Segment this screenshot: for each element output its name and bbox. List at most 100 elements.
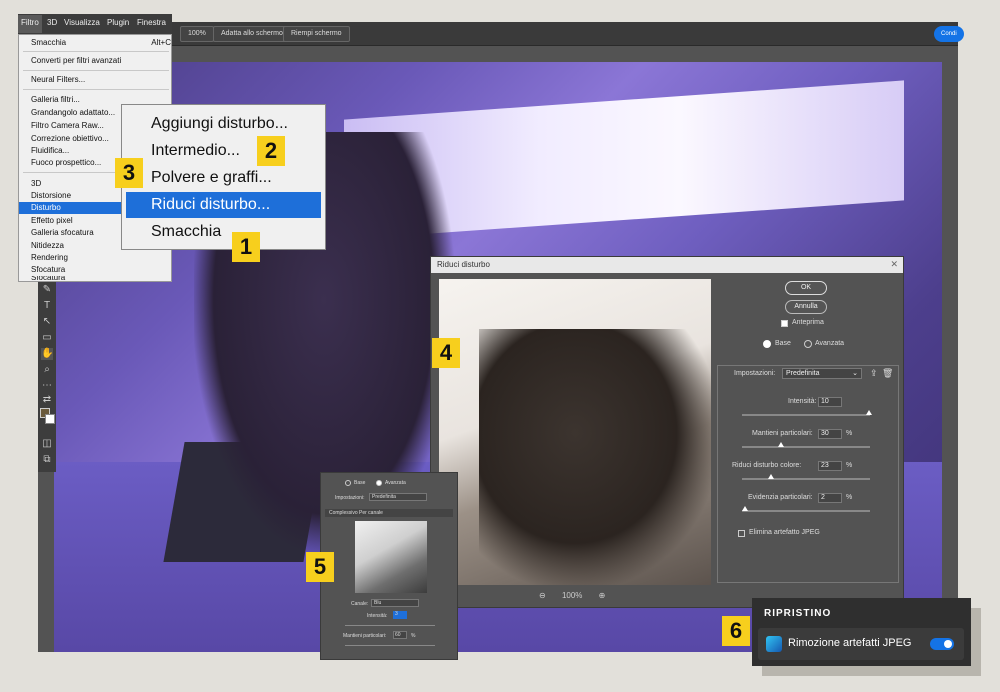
ok-button[interactable]: OK [785,281,827,295]
advanced-radio[interactable] [804,340,812,348]
zoom-100-button[interactable]: 100% [180,26,214,42]
settings-label: Impostazioni: [734,370,776,377]
swap-colors-icon[interactable]: ⇄ [41,394,53,406]
noise-submenu: Aggiungi disturbo... Intermedio... Polve… [121,104,326,250]
submenu-item-median[interactable]: Intermedio... [126,138,321,164]
menu-item-blur-cut[interactable]: Sfocatura [19,276,173,282]
color-noise-field[interactable]: 23 [818,461,842,471]
zoom-controls: ⊖ 100% ⊕ [539,591,605,600]
fill-screen-button[interactable]: Riempi schermo [283,26,350,42]
adv-preserve-field[interactable]: 60 [393,631,407,639]
adv-preset-value: Predefinita [372,494,396,500]
preset-select[interactable]: Predefinita ⌄ [782,368,862,379]
cancel-button[interactable]: Annulla [785,300,827,314]
menu-item-last-filter[interactable]: Smacchia Alt+C [19,37,173,49]
menu-separator [23,51,169,52]
jpeg-artifact-icon [766,636,782,652]
settings-panel: Impostazioni: Predefinita ⌄ ⇪ 🗑 Intensit… [717,365,899,583]
rectangle-tool-icon[interactable]: ▭ [41,332,53,344]
menu-filtro[interactable]: Filtro [21,18,39,27]
channel-label: Canale: [351,601,369,607]
jpeg-artifact-checkbox[interactable] [738,530,745,537]
menu-item-neural[interactable]: Neural Filters... [19,74,173,86]
chevron-down-icon: ⌄ [852,370,858,377]
more-tools-icon[interactable]: ⋯ [41,380,53,392]
percent-label: % [846,430,853,437]
adv-preserve-value: 60 [395,632,401,638]
submenu-item-dust-scratches[interactable]: Polvere e graffi... [126,165,321,191]
delete-preset-icon[interactable]: 🗑 [882,368,893,379]
submenu-item-despeckle[interactable]: Smacchia [126,219,321,245]
tab-overall[interactable]: Complessivo [329,510,358,516]
hand-tool-icon[interactable]: ✋ [41,348,53,360]
menu-finestra[interactable]: Finestra [137,18,166,27]
step-badge-4: 4 [432,338,460,368]
step-badge-5: 5 [306,552,334,582]
zoom-tool-icon[interactable]: ⌕ [41,364,53,376]
preserve-details-slider[interactable] [742,446,870,448]
adv-intensity-slider[interactable] [345,625,435,626]
jpeg-removal-label: Rimozione artefatti JPEG [788,637,912,649]
adv-intensity-field[interactable]: 3 [393,611,407,619]
intensity-field[interactable]: 10 [818,397,842,407]
sharpen-details-field[interactable]: 2 [818,493,842,503]
intensity-slider-thumb[interactable] [866,410,872,415]
pen-tool-icon[interactable]: ✎ [41,284,53,296]
ripristino-panel: RIPRISTINO Rimozione artefatti JPEG [752,598,971,666]
menu-separator [23,89,169,90]
dialog-title: Riduci disturbo [437,260,490,269]
preserve-details-field[interactable]: 30 [818,429,842,439]
adv-preset-select[interactable]: Predefinita [369,493,427,501]
zoom-in-icon[interactable]: ⊕ [599,591,606,600]
preserve-details-slider-thumb[interactable] [778,442,784,447]
menu-item-blur[interactable]: Sfocatura [19,264,173,276]
preview-checkbox[interactable] [781,320,788,327]
adv-percent-label: % [411,633,416,639]
submenu-item-reduce-noise[interactable]: Riduci disturbo... [126,192,321,218]
quick-mask-icon[interactable]: ◫ [41,438,53,450]
menu-item-convert[interactable]: Converti per filtri avanzati [19,55,173,67]
menu-3d[interactable]: 3D [47,18,57,27]
sharpen-details-label: Evidenzia particolari: [748,494,813,501]
base-radio[interactable] [763,340,771,348]
step-badge-1: 1 [232,232,260,262]
options-bar: 100% Adatta allo schermo Riempi schermo … [38,22,964,46]
menu-item-label: Smacchia [31,38,67,47]
save-preset-icon[interactable]: ⇪ [870,368,878,379]
zoom-out-icon[interactable]: ⊖ [539,591,546,600]
background-color-swatch[interactable] [45,414,55,424]
menu-plugin[interactable]: Plugin [107,18,129,27]
jpeg-removal-toggle[interactable] [930,638,954,650]
jpeg-removal-row[interactable]: Rimozione artefatti JPEG [758,628,964,660]
color-noise-slider-thumb[interactable] [768,474,774,479]
menu-visualizza[interactable]: Visualizza [64,18,100,27]
color-noise-label: Riduci disturbo colore: [732,462,802,469]
adv-base-radio[interactable] [345,480,351,486]
sharpen-details-slider-thumb[interactable] [742,506,748,511]
share-button[interactable]: Condi [934,26,964,42]
intensity-slider[interactable] [742,414,870,416]
sharpen-details-slider[interactable] [742,510,870,512]
adv-preserve-slider[interactable] [345,645,435,646]
close-icon[interactable]: ✕ [890,259,898,270]
adv-intensity-label: Intensità: [367,613,388,619]
percent-label: % [846,462,853,469]
tab-per-channel[interactable]: Per canale [359,510,383,516]
advanced-panel: Base Avanzata Impostazioni: Predefinita … [320,472,458,660]
adv-advanced-label: Avanzata [385,480,406,486]
type-tool-icon[interactable]: T [41,300,53,312]
color-noise-slider[interactable] [742,478,870,480]
preview-silhouette [479,329,711,585]
reduce-noise-dialog: Riduci disturbo ✕ ⊖ 100% ⊕ OK Annulla An… [430,256,904,608]
channel-select[interactable]: Blu [371,599,419,607]
preserve-details-label: Mantieni particolari: [752,430,813,437]
adv-advanced-radio[interactable] [376,480,382,486]
submenu-item-add-noise[interactable]: Aggiungi disturbo... [126,111,321,137]
dialog-preview-image[interactable] [439,279,711,585]
screen-mode-icon[interactable]: ⧉ [41,454,53,466]
fit-screen-button[interactable]: Adatta allo schermo [213,26,291,42]
adv-base-label: Base [354,480,366,486]
base-radio-label: Base [775,340,791,347]
menu-item-render[interactable]: Rendering [19,252,173,264]
select-tool-icon[interactable]: ↖ [41,316,53,328]
